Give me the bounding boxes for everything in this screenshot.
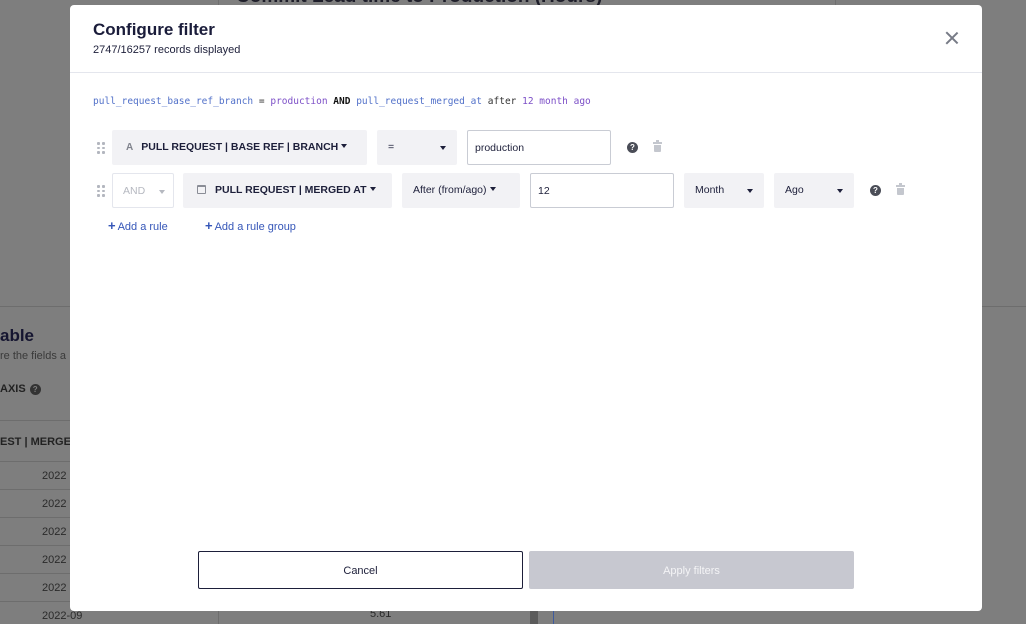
query-field-2: pull_request_merged_at <box>356 96 483 107</box>
operator-select-label: = <box>388 141 395 153</box>
query-preview: pull_request_base_ref_branch = productio… <box>93 96 591 107</box>
caret-down-icon <box>369 187 376 191</box>
caret-down-icon <box>440 146 446 150</box>
records-count: 2747/16257 records displayed <box>93 44 241 56</box>
add-rule-label: Add a rule <box>117 221 168 233</box>
operator-select-label: After (from/ago) <box>413 184 487 196</box>
field-select-label: PULL REQUEST | MERGED AT <box>215 184 367 196</box>
background-axis-text: AXIS <box>0 383 26 395</box>
direction-select[interactable]: Ago <box>774 173 854 208</box>
query-combinator: AND <box>333 96 351 107</box>
caret-down-icon <box>489 187 496 191</box>
combinator-select[interactable]: AND <box>112 173 174 208</box>
query-value-2: 12 month ago <box>522 96 591 107</box>
close-icon[interactable] <box>943 29 961 47</box>
query-value-1: production <box>270 96 328 107</box>
apply-filters-button[interactable]: Apply filters <box>529 551 854 589</box>
operator-select[interactable]: After (from/ago) <box>402 173 520 208</box>
field-select[interactable]: PULL REQUEST | MERGED AT <box>183 173 392 208</box>
add-rule-group-button[interactable]: + Add a rule group <box>205 218 296 233</box>
caret-down-icon <box>747 189 753 193</box>
filter-rule: A PULL REQUEST | BASE REF | BRANCH = prod… <box>70 130 982 166</box>
operator-select[interactable]: = <box>377 130 457 165</box>
text-type-icon: A <box>126 142 134 153</box>
help-icon[interactable]: ? <box>627 142 638 153</box>
filter-rule: AND PULL REQUEST | MERGED AT After (from… <box>70 173 982 209</box>
unit-select-label: Month <box>695 184 725 196</box>
background-axis-label: AXIS? <box>0 383 41 395</box>
dialog-header: Configure filter 2747/16257 records disp… <box>70 5 982 73</box>
query-field-1: pull_request_base_ref_branch <box>93 96 254 107</box>
direction-select-label: Ago <box>785 184 804 196</box>
configure-filter-dialog: Configure filter 2747/16257 records disp… <box>70 5 982 611</box>
value-input[interactable]: production <box>467 130 611 165</box>
combinator-label: AND <box>123 185 146 197</box>
trash-icon[interactable] <box>896 183 905 195</box>
query-operator-1: = <box>258 96 265 107</box>
caret-down-icon <box>341 144 348 148</box>
help-icon[interactable]: ? <box>870 185 881 196</box>
caret-down-icon <box>837 189 843 193</box>
add-group-label: Add a rule group <box>214 221 296 233</box>
background-section-title: able <box>0 326 35 345</box>
dialog-title: Configure filter <box>93 20 215 39</box>
caret-down-icon <box>159 190 165 194</box>
field-select[interactable]: A PULL REQUEST | BASE REF | BRANCH <box>112 130 367 165</box>
background-section-subtitle: re the fields a <box>0 350 67 362</box>
field-select-label: PULL REQUEST | BASE REF | BRANCH <box>141 141 339 153</box>
calendar-icon <box>197 185 206 194</box>
plus-icon: + <box>205 218 213 233</box>
drag-handle-icon[interactable] <box>97 142 105 154</box>
help-icon: ? <box>29 384 41 395</box>
cancel-button[interactable]: Cancel <box>198 551 523 589</box>
query-operator-2: after <box>487 96 517 107</box>
add-rule-button[interactable]: + Add a rule <box>108 218 168 233</box>
plus-icon: + <box>108 218 116 233</box>
unit-select[interactable]: Month <box>684 173 764 208</box>
value-input[interactable]: 12 <box>530 173 674 208</box>
trash-icon[interactable] <box>653 140 662 152</box>
drag-handle-icon[interactable] <box>97 185 105 197</box>
